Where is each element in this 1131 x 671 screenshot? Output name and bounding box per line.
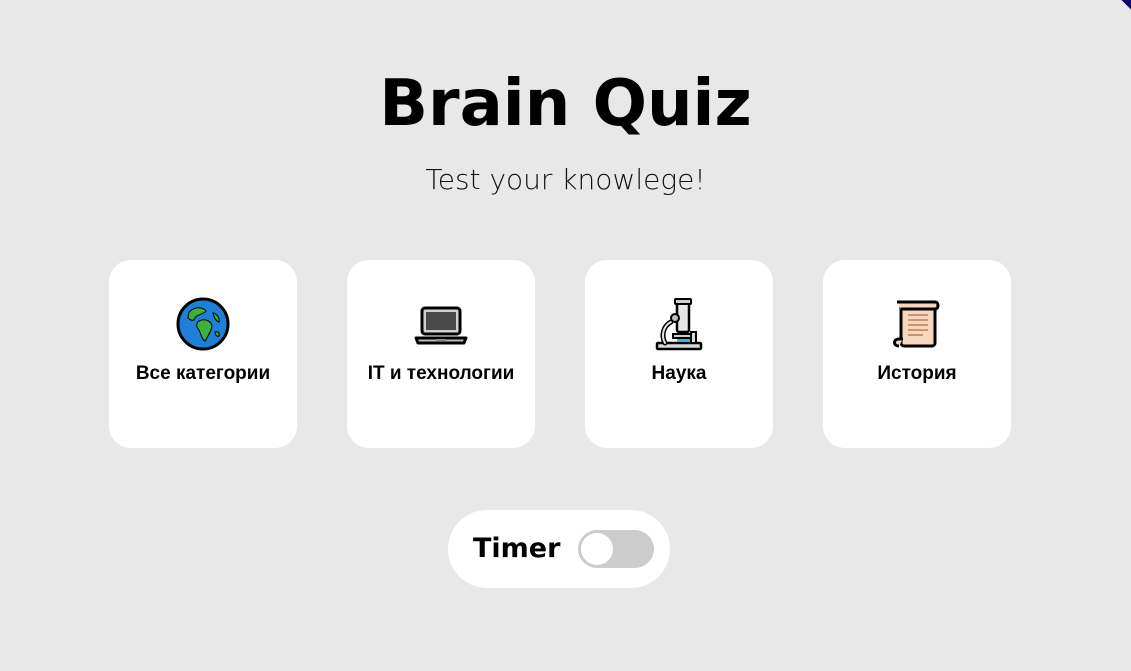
category-label: Все категории [135,363,271,384]
category-card-science[interactable]: Наука [585,260,773,448]
scroll-icon [889,296,945,352]
category-card-history[interactable]: История [823,260,1011,448]
page-title: Brain Quiz [379,67,752,141]
category-card-it[interactable]: IT и технологии [347,260,535,448]
timer-label: Timer [473,533,561,564]
category-label: Наука [651,363,707,384]
laptop-icon [413,296,469,352]
category-label: IT и технологии [367,363,515,384]
toggle-knob [581,533,614,565]
globe-icon [175,296,231,352]
category-card-all[interactable]: Все категории [109,260,297,448]
timer-toggle[interactable] [578,530,655,568]
page-subtitle: Test your knowlege! [425,163,706,196]
corner-decoration [1118,0,1131,13]
timer-control: Timer [448,510,670,588]
category-grid: Все категории IT и технологии Наука Исто… [109,260,1011,448]
microscope-icon [651,296,707,352]
category-label: История [877,363,957,384]
